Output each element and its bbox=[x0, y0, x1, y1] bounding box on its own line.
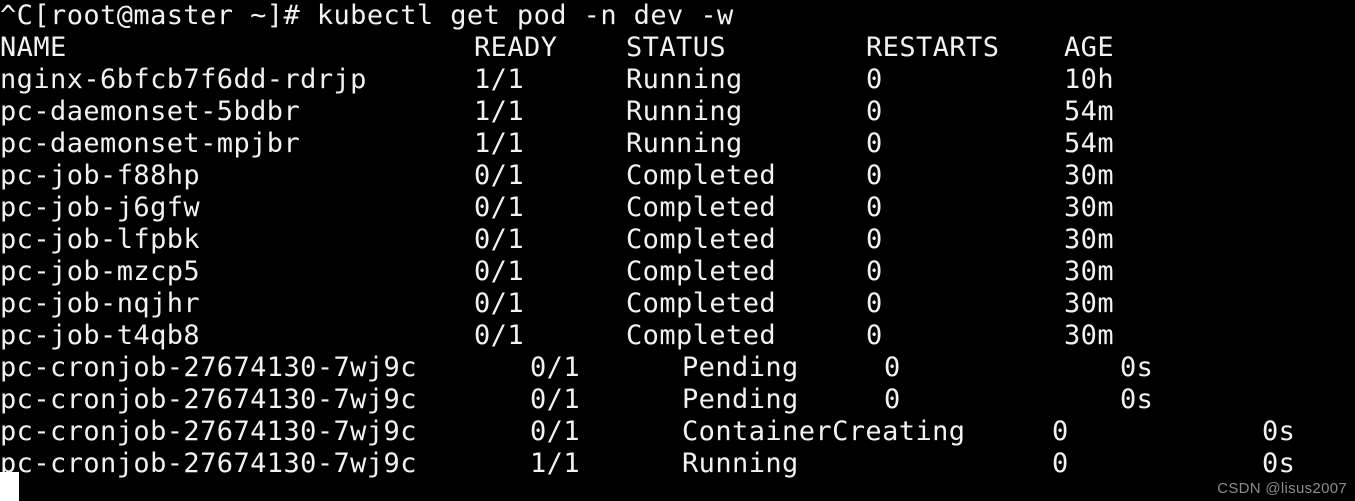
pod-status: Pending bbox=[682, 352, 799, 383]
pod-name: pc-job-j6gfw bbox=[0, 192, 201, 223]
pod-status: Running bbox=[626, 96, 743, 127]
pod-ready: 1/1 bbox=[530, 448, 581, 479]
pod-ready: 0/1 bbox=[474, 320, 525, 351]
pod-restarts: 0 bbox=[866, 128, 883, 159]
watermark-label: CSDN @lisus2007 bbox=[1217, 480, 1347, 497]
pod-restarts: 0 bbox=[866, 256, 883, 287]
pod-name: pc-job-lfpbk bbox=[0, 224, 201, 255]
pod-age: 30m bbox=[1064, 288, 1115, 319]
pod-restarts: 0 bbox=[866, 224, 883, 255]
pod-restarts: 0 bbox=[1052, 416, 1069, 447]
prompt-text: ^C[root@master ~]# kubectl get pod -n de… bbox=[0, 0, 734, 31]
pod-restarts: 0 bbox=[884, 352, 901, 383]
pod-ready: 0/1 bbox=[530, 352, 581, 383]
pod-restarts: 0 bbox=[866, 320, 883, 351]
pod-name: pc-job-f88hp bbox=[0, 160, 201, 191]
pod-age: 0s bbox=[1120, 352, 1154, 383]
pod-age: 30m bbox=[1064, 160, 1115, 191]
pod-status: Completed bbox=[626, 288, 777, 319]
shell-prompt-line: ^C[root@master ~]# kubectl get pod -n de… bbox=[0, 0, 733, 32]
pod-ready: 0/1 bbox=[530, 384, 581, 415]
column-header-ready: READY bbox=[474, 32, 558, 63]
pod-name: pc-cronjob-27674130-7wj9c bbox=[0, 384, 417, 415]
pod-ready: 0/1 bbox=[474, 288, 525, 319]
pod-age: 0s bbox=[1120, 384, 1154, 415]
pod-restarts: 0 bbox=[884, 384, 901, 415]
pod-age: 54m bbox=[1064, 96, 1115, 127]
pod-name: pc-job-mzcp5 bbox=[0, 256, 201, 287]
pod-name: pc-daemonset-mpjbr bbox=[0, 128, 301, 159]
pod-age: 0s bbox=[1262, 448, 1296, 479]
pod-status: Running bbox=[626, 128, 743, 159]
pod-age: 54m bbox=[1064, 128, 1115, 159]
column-header-restarts: RESTARTS bbox=[866, 32, 1000, 63]
pod-status: Running bbox=[682, 448, 799, 479]
pod-age: 30m bbox=[1064, 256, 1115, 287]
pod-restarts: 0 bbox=[866, 96, 883, 127]
column-header-status: STATUS bbox=[626, 32, 727, 63]
pod-age: 30m bbox=[1064, 192, 1115, 223]
pod-ready: 1/1 bbox=[474, 64, 525, 95]
pod-status: ContainerCreating bbox=[682, 416, 966, 447]
pod-restarts: 0 bbox=[866, 64, 883, 95]
pod-ready: 1/1 bbox=[474, 96, 525, 127]
pod-restarts: 0 bbox=[866, 160, 883, 191]
pod-ready: 1/1 bbox=[474, 128, 525, 159]
column-header-name: NAME bbox=[0, 32, 67, 63]
pod-status: Completed bbox=[626, 224, 777, 255]
terminal-cursor bbox=[0, 472, 19, 501]
pod-status: Completed bbox=[626, 160, 777, 191]
pod-name: pc-cronjob-27674130-7wj9c bbox=[0, 448, 417, 479]
pod-restarts: 0 bbox=[866, 192, 883, 223]
pod-age: 10h bbox=[1064, 64, 1115, 95]
pod-status: Pending bbox=[682, 384, 799, 415]
pod-name: pc-cronjob-27674130-7wj9c bbox=[0, 416, 417, 447]
pod-name: nginx-6bfcb7f6dd-rdrjp bbox=[0, 64, 367, 95]
pod-ready: 0/1 bbox=[530, 416, 581, 447]
pod-status: Completed bbox=[626, 320, 777, 351]
pod-ready: 0/1 bbox=[474, 192, 525, 223]
pod-name: pc-daemonset-5bdbr bbox=[0, 96, 301, 127]
column-header-age: AGE bbox=[1064, 32, 1115, 63]
pod-name: pc-job-nqjhr bbox=[0, 288, 201, 319]
pod-restarts: 0 bbox=[866, 288, 883, 319]
terminal-window[interactable]: ^C[root@master ~]# kubectl get pod -n de… bbox=[0, 0, 1355, 501]
pod-ready: 0/1 bbox=[474, 160, 525, 191]
pod-ready: 0/1 bbox=[474, 224, 525, 255]
pod-status: Running bbox=[626, 64, 743, 95]
pod-age: 30m bbox=[1064, 320, 1115, 351]
pod-restarts: 0 bbox=[1052, 448, 1069, 479]
pod-age: 0s bbox=[1262, 416, 1296, 447]
pod-age: 30m bbox=[1064, 224, 1115, 255]
pod-status: Completed bbox=[626, 192, 777, 223]
pod-name: pc-cronjob-27674130-7wj9c bbox=[0, 352, 417, 383]
pod-name: pc-job-t4qb8 bbox=[0, 320, 201, 351]
pod-ready: 0/1 bbox=[474, 256, 525, 287]
pod-status: Completed bbox=[626, 256, 777, 287]
